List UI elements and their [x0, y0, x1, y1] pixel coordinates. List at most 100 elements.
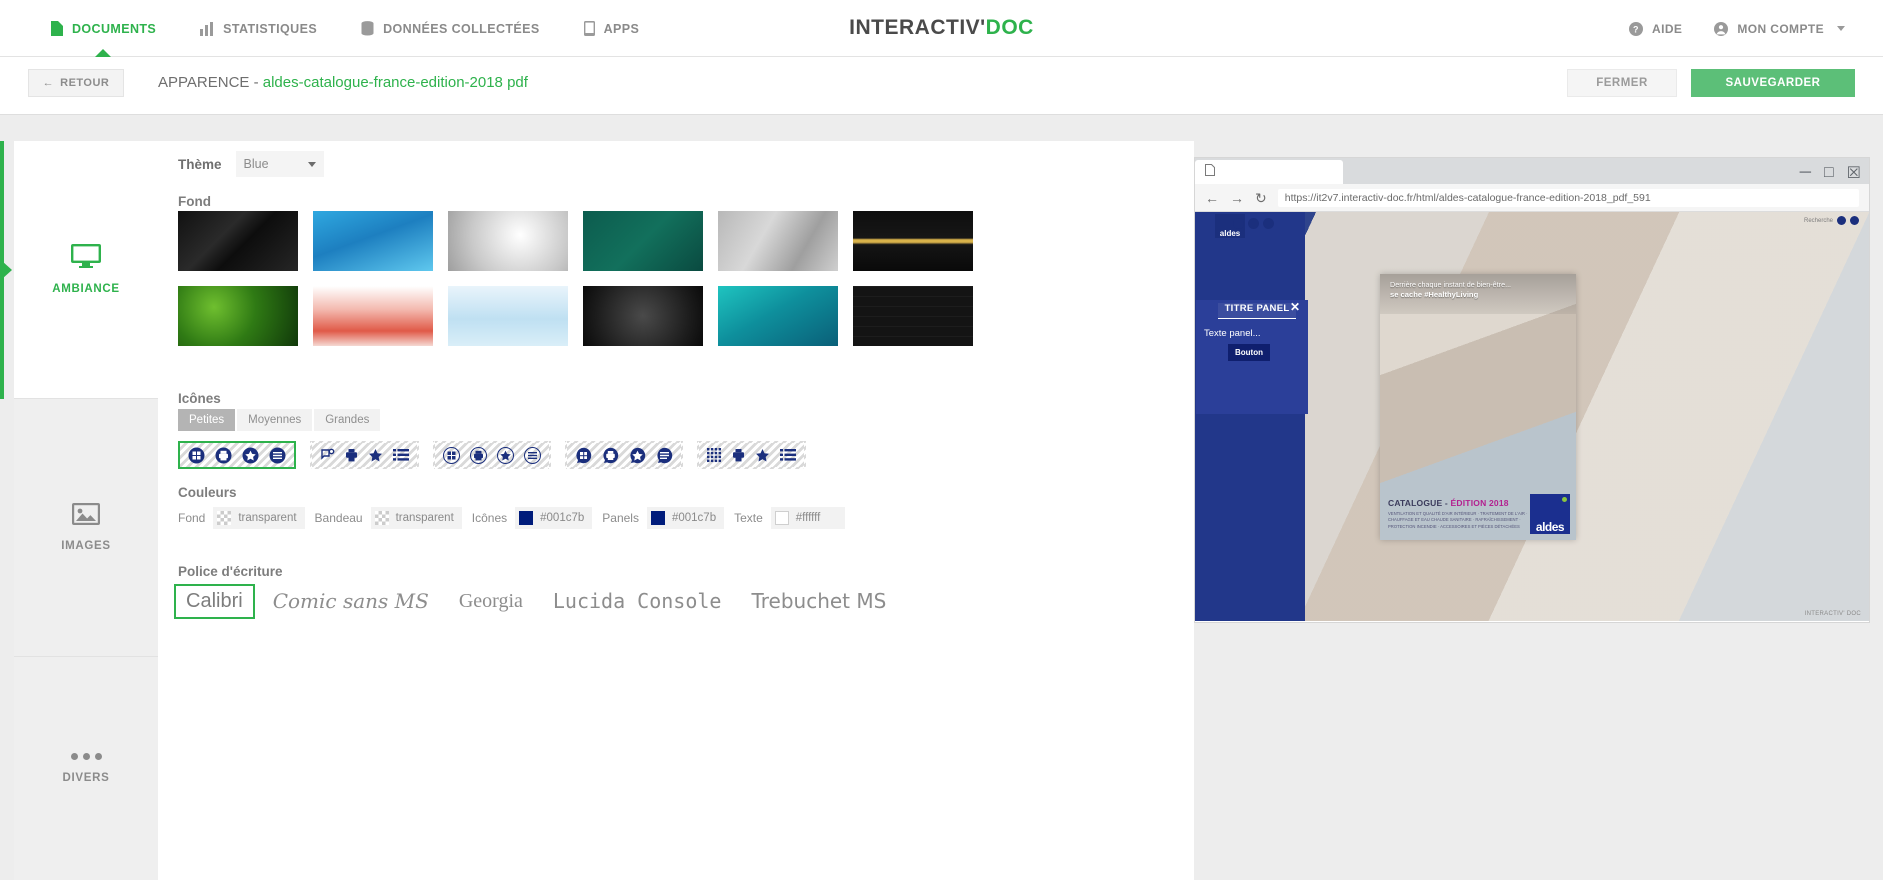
background-thumbnail-dark-geometric[interactable] — [178, 211, 298, 271]
list-icon — [524, 446, 541, 464]
url-input[interactable]: https://it2v7.interactiv-doc.fr/html/ald… — [1277, 188, 1859, 207]
background-thumbnail-light-clouds[interactable] — [448, 286, 568, 346]
preview-catalogue-cover[interactable]: Derrière chaque instant de bien-être... … — [1380, 274, 1576, 540]
font-option-calibri[interactable]: Calibri — [174, 583, 255, 619]
nav-item-mon-compte-label: MON COMPTE — [1737, 21, 1824, 36]
font-options-row: Calibri Comic sans MS Georgia Lucida Consol… — [174, 583, 898, 619]
color-picker-icnes[interactable]: #001c7b — [515, 507, 593, 529]
close-window-icon[interactable]: ☒ — [1847, 163, 1861, 183]
icon-size-tab-moyennes[interactable]: Moyennes — [237, 409, 313, 431]
list-icon — [780, 448, 796, 462]
background-thumbnail-dark-squares[interactable] — [853, 286, 973, 346]
color-picker-bandeau[interactable]: transparent — [370, 507, 462, 529]
toolbar-icon-1[interactable] — [1233, 217, 1244, 229]
color-value: transparent — [238, 512, 297, 524]
icon-size-tab-grandes[interactable]: Grandes — [314, 409, 381, 431]
list-icon — [656, 447, 673, 464]
toolbar-icon-2[interactable] — [1248, 217, 1259, 229]
background-thumbnail-grey-polygon[interactable] — [718, 211, 838, 271]
background-thumbnail-black-gold-line[interactable] — [853, 211, 973, 271]
print-icon — [732, 448, 745, 463]
cover-tagline: Derrière chaque instant de bien-être... … — [1390, 280, 1570, 300]
top-nav-right: ? AIDE MON COMPTE — [1613, 0, 1861, 57]
background-thumbnail-red-bokeh[interactable] — [313, 286, 433, 346]
color-picker-fond[interactable]: transparent — [213, 507, 305, 529]
star-icon — [629, 447, 646, 464]
close-icon[interactable]: ✕ — [1290, 300, 1300, 314]
cover-tagline-line2: se cache #HealthyLiving — [1390, 289, 1479, 299]
color-label-icnes: Icônes — [471, 511, 508, 525]
nav-item-statistiques[interactable]: STATISTIQUES — [178, 0, 339, 57]
maximize-icon[interactable]: □ — [1824, 164, 1834, 182]
cover-heading-main: CATALOGUE - — [1388, 498, 1451, 509]
app-logo: INTERACTIV'DOC — [849, 16, 1034, 40]
cover-brand-logo: aldes — [1530, 494, 1570, 534]
reload-icon[interactable]: ↻ — [1255, 191, 1267, 205]
sidebar-item-images[interactable]: IMAGES — [14, 399, 158, 657]
color-picker-panels[interactable]: #001c7b — [646, 507, 725, 529]
font-option-lucida-console[interactable]: Lucida Console — [541, 583, 734, 619]
page-title-prefix: APPARENCE - — [158, 74, 263, 91]
save-button[interactable]: SAUVEGARDER — [1691, 69, 1855, 97]
print-icon — [215, 447, 232, 464]
preview-panel: TITRE PANEL ✕ Texte panel... Bouton — [1196, 300, 1308, 414]
color-swatch — [519, 511, 534, 525]
database-icon — [361, 21, 374, 36]
nav-item-documents[interactable]: DOCUMENTS — [28, 0, 178, 57]
font-option-trebuchet-ms[interactable]: Trebuchet MS — [739, 583, 898, 619]
background-thumbnail-blue-bokeh[interactable] — [313, 211, 433, 271]
nav-item-mon-compte[interactable]: MON COMPTE — [1698, 0, 1861, 57]
fullscreen-icon[interactable] — [1850, 216, 1859, 225]
nav-item-aide[interactable]: ? AIDE — [1613, 0, 1698, 57]
icon-set-filled-bubble-set[interactable] — [565, 441, 683, 469]
nav-item-aide-label: AIDE — [1652, 21, 1683, 36]
nav-item-apps[interactable]: APPS — [562, 0, 662, 57]
print-icon — [345, 448, 358, 463]
chart-icon — [200, 21, 214, 36]
forward-arrow-icon[interactable]: → — [1230, 191, 1244, 205]
font-option-georgia[interactable]: Georgia — [447, 584, 535, 619]
preview-panel-title: TITRE PANEL — [1218, 303, 1296, 319]
grid-icon — [575, 447, 592, 464]
toolbar-icon-3[interactable] — [1263, 217, 1274, 229]
background-thumbnail-green-leaves[interactable] — [178, 286, 298, 346]
star-icon — [497, 446, 514, 464]
nav-item-donnees-collectees[interactable]: DONNÉES COLLECTÉES — [339, 0, 562, 57]
background-thumbnail-dark-grain[interactable] — [583, 286, 703, 346]
main-content-panel: Thème Blue Fond Icônes Petites Moyennes Gr… — [158, 141, 1194, 880]
preview-footer-brand: INTERACTIV' DOC — [1804, 611, 1861, 617]
back-button[interactable]: ← RETOUR — [28, 69, 124, 97]
background-thumbnail-grey-gradient[interactable] — [448, 211, 568, 271]
preview-panel-button[interactable]: Bouton — [1228, 344, 1270, 361]
sidebar-item-images-label: IMAGES — [61, 540, 111, 552]
background-thumbnail-teal-texture[interactable] — [583, 211, 703, 271]
icon-set-grid-dots-set[interactable] — [697, 441, 806, 469]
sidebar-item-ambiance[interactable]: AMBIANCE — [0, 141, 158, 399]
icon-set-outline-flat-set[interactable] — [310, 441, 419, 469]
preview-url-bar: ← → ↻ https://it2v7.interactiv-doc.fr/ht… — [1195, 184, 1869, 212]
cover-heading-accent: ÉDITION 2018 — [1450, 498, 1509, 509]
sidebar-item-divers-label: DIVERS — [62, 771, 110, 784]
color-picker-texte[interactable]: #ffffff — [770, 507, 845, 529]
grid-icon — [707, 447, 722, 463]
color-item-texte: Texte #ffffff — [734, 507, 845, 529]
icon-set-filled-round-set[interactable] — [178, 441, 296, 469]
icon-set-circle-outline-set[interactable] — [433, 441, 551, 469]
font-option-comic-sans-ms[interactable]: Comic sans MS — [261, 583, 441, 619]
sidebar-item-divers[interactable]: DIVERS — [14, 657, 158, 879]
back-arrow-icon[interactable]: ← — [1205, 191, 1219, 205]
close-button[interactable]: FERMER — [1567, 69, 1677, 97]
minimize-icon[interactable]: ─ — [1800, 164, 1811, 182]
top-navigation-bar: DOCUMENTS STATISTIQUES DONNÉES COLLECTÉE… — [0, 0, 1883, 57]
icon-size-tab-petites[interactable]: Petites — [178, 409, 236, 431]
background-thumbnail-turquoise-water[interactable] — [718, 286, 838, 346]
cover-subtext: VENTILATION ET QUALITÉ D'AIR INTÉRIEUR ·… — [1388, 511, 1528, 529]
theme-select[interactable]: Blue — [235, 151, 324, 177]
preview-tab-bar: ─ □ ☒ — [1195, 158, 1869, 184]
preview-viewport: aldes Recherche TITRE PANEL ✕ Texte pane… — [1195, 212, 1869, 621]
left-sidebar: AMBIANCE IMAGES DIVERS — [0, 141, 158, 880]
section-label-police: Police d'écriture — [178, 564, 283, 579]
print-icon — [602, 447, 619, 464]
share-icon[interactable] — [1837, 216, 1846, 225]
preview-browser-tab[interactable] — [1195, 160, 1343, 184]
